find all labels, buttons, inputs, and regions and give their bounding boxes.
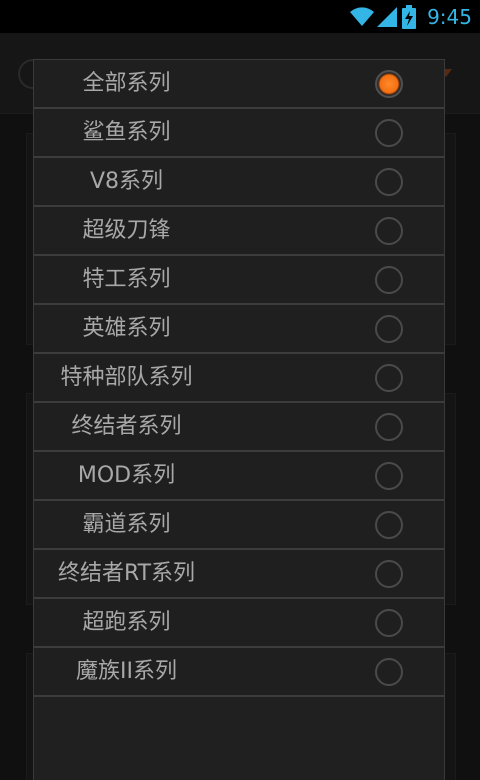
series-option-label: 鲨鱼系列 — [82, 120, 171, 145]
series-option-label: 全部系列 — [82, 71, 171, 96]
series-option-item[interactable]: 魔族II系列 — [34, 648, 444, 697]
radio-button-icon[interactable] — [375, 266, 403, 294]
series-option-label: 终结者系列 — [71, 414, 182, 439]
series-select-dialog: 全部系列 鲨鱼系列 V8系列 超级刀锋 特工系列 英雄系列 特种部队系列 终结者… — [33, 59, 445, 780]
series-option-label: 魔族II系列 — [76, 659, 177, 684]
radio-button-icon[interactable] — [375, 658, 403, 686]
radio-button-icon[interactable] — [375, 413, 403, 441]
series-option-label: 特种部队系列 — [60, 365, 193, 390]
series-option-item[interactable]: 特工系列 — [34, 256, 444, 305]
radio-button-icon[interactable] — [375, 511, 403, 539]
series-option-label: 英雄系列 — [82, 316, 171, 341]
series-option-item[interactable]: 超跑系列 — [34, 599, 444, 648]
series-option-item[interactable]: 终结者RT系列 — [34, 550, 444, 599]
battery-charging-icon — [402, 5, 416, 33]
series-option-item[interactable]: 超级刀锋 — [34, 207, 444, 256]
series-option-item[interactable]: 终结者系列 — [34, 403, 444, 452]
radio-button-icon[interactable] — [375, 168, 403, 196]
signal-icon — [376, 6, 398, 32]
radio-button-icon[interactable] — [375, 609, 403, 637]
radio-button-icon[interactable] — [375, 70, 403, 98]
series-option-label: 超级刀锋 — [82, 218, 171, 243]
radio-button-icon[interactable] — [375, 560, 403, 588]
radio-button-icon[interactable] — [375, 217, 403, 245]
screen: 9:45 全部系列 鲨鱼系列 V8系列 超级刀锋 特工系列 英雄系列 特种部队系… — [0, 0, 480, 780]
series-option-item[interactable]: 霸道系列 — [34, 501, 444, 550]
wifi-icon — [349, 5, 375, 31]
status-time: 9:45 — [427, 5, 472, 29]
series-option-list: 全部系列 鲨鱼系列 V8系列 超级刀锋 特工系列 英雄系列 特种部队系列 终结者… — [34, 60, 444, 697]
series-option-item[interactable]: 鲨鱼系列 — [34, 109, 444, 158]
series-option-item[interactable]: 英雄系列 — [34, 305, 444, 354]
radio-button-icon[interactable] — [375, 315, 403, 343]
series-option-label: 超跑系列 — [82, 610, 171, 635]
series-option-label: MOD系列 — [77, 463, 176, 488]
series-option-label: V8系列 — [89, 169, 164, 194]
series-option-label: 特工系列 — [82, 267, 171, 292]
radio-button-icon[interactable] — [375, 119, 403, 147]
series-option-item[interactable]: MOD系列 — [34, 452, 444, 501]
series-option-label: 霸道系列 — [82, 512, 171, 537]
series-option-label: 终结者RT系列 — [57, 561, 196, 586]
series-option-item[interactable]: 全部系列 — [34, 60, 444, 109]
radio-button-icon[interactable] — [375, 364, 403, 392]
series-option-item[interactable]: 特种部队系列 — [34, 354, 444, 403]
radio-button-icon[interactable] — [375, 462, 403, 490]
status-bar: 9:45 — [0, 0, 480, 33]
series-option-item[interactable]: V8系列 — [34, 158, 444, 207]
